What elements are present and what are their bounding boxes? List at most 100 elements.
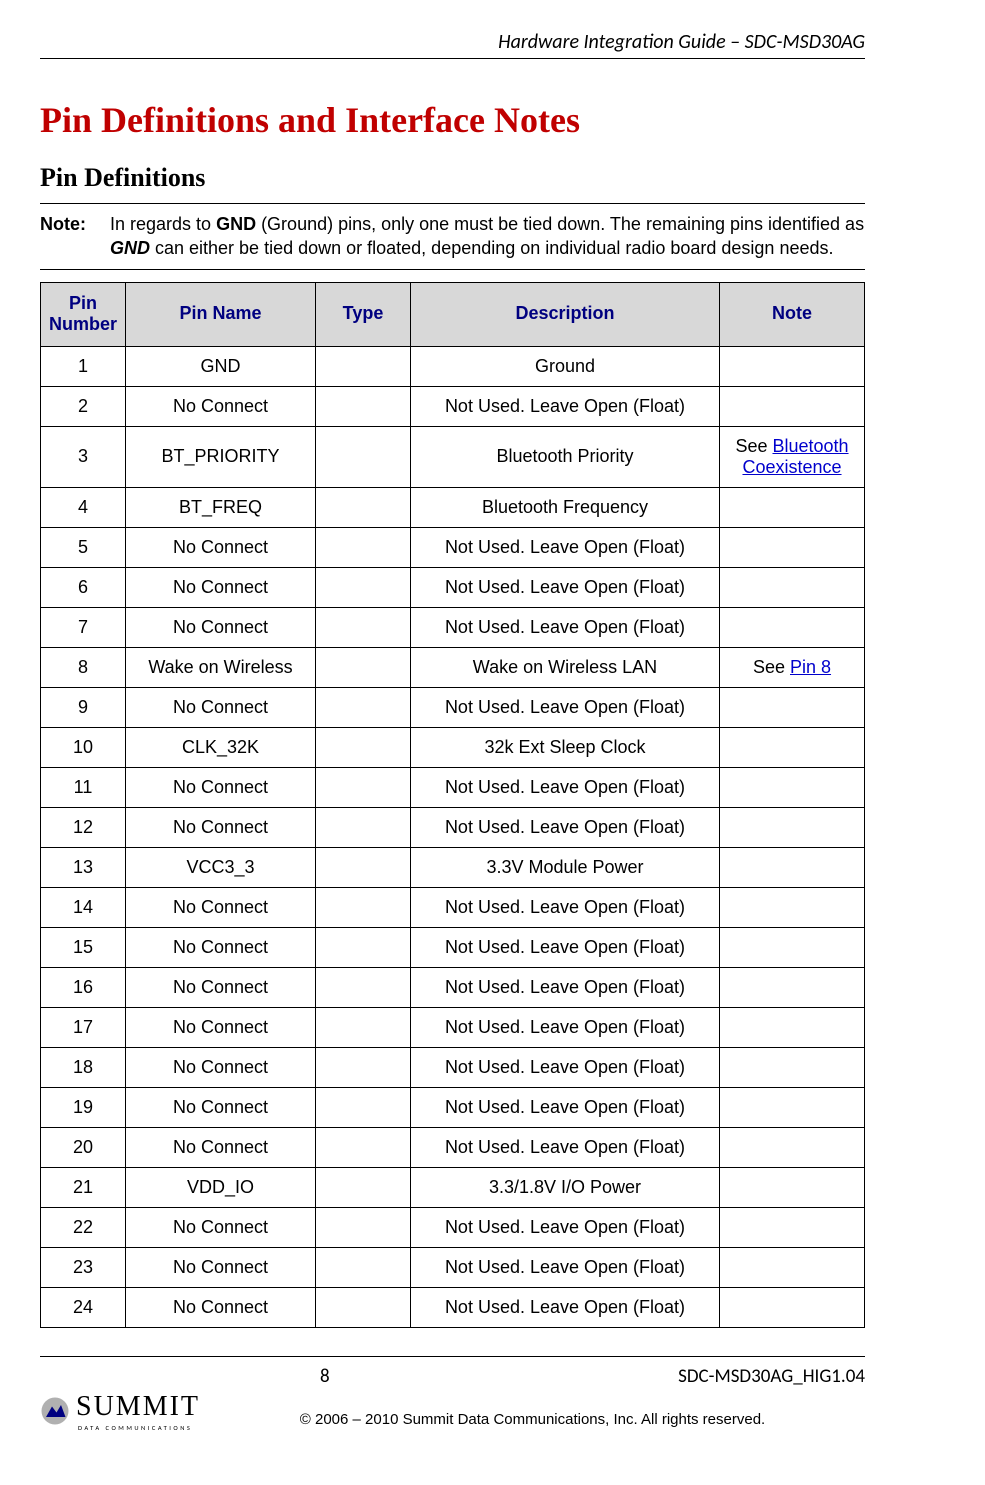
cell-type (316, 567, 411, 607)
cell-type (316, 807, 411, 847)
cell-desc: Not Used. Leave Open (Float) (411, 567, 720, 607)
doc-id: SDC-MSD30AG_HIG1.04 (678, 1365, 865, 1388)
cell-type (316, 1167, 411, 1207)
table-row: 11No ConnectNot Used. Leave Open (Float) (41, 767, 865, 807)
cell-num: 8 (41, 647, 126, 687)
table-row: 16No Connect Not Used. Leave Open (Float) (41, 967, 865, 1007)
table-row: 21VDD_IO3.3/1.8V I/O Power (41, 1167, 865, 1207)
cell-note (720, 847, 865, 887)
cell-note (720, 927, 865, 967)
table-row: 7No ConnectNot Used. Leave Open (Float) (41, 607, 865, 647)
cell-type (316, 727, 411, 767)
cell-name: No Connect (126, 1087, 316, 1127)
copyright: © 2006 – 2010 Summit Data Communications… (200, 1411, 865, 1432)
cell-name: No Connect (126, 1007, 316, 1047)
cell-num: 24 (41, 1287, 126, 1327)
cell-note: See Bluetooth Coexistence (720, 426, 865, 487)
cell-type (316, 1007, 411, 1047)
cell-name: BT_PRIORITY (126, 426, 316, 487)
cell-desc: Not Used. Leave Open (Float) (411, 1287, 720, 1327)
cell-name: No Connect (126, 386, 316, 426)
cell-num: 6 (41, 567, 126, 607)
cell-note (720, 687, 865, 727)
cell-note (720, 1007, 865, 1047)
cell-note (720, 1247, 865, 1287)
cell-num: 4 (41, 487, 126, 527)
cell-num: 9 (41, 687, 126, 727)
cell-desc: Bluetooth Frequency (411, 487, 720, 527)
cell-name: Wake on Wireless (126, 647, 316, 687)
cell-type (316, 1207, 411, 1247)
cell-type (316, 1127, 411, 1167)
table-row: 4BT_FREQ Bluetooth Frequency (41, 487, 865, 527)
table-row: 10CLK_32K32k Ext Sleep Clock (41, 727, 865, 767)
cell-desc: Bluetooth Priority (411, 426, 720, 487)
table-row: 22No ConnectNot Used. Leave Open (Float) (41, 1207, 865, 1247)
cell-note: See Pin 8 (720, 647, 865, 687)
cell-type (316, 967, 411, 1007)
cell-type (316, 386, 411, 426)
cell-name: No Connect (126, 1287, 316, 1327)
cell-type (316, 847, 411, 887)
cell-name: No Connect (126, 927, 316, 967)
table-row: 5No ConnectNot Used. Leave Open (Float) (41, 527, 865, 567)
cell-note (720, 1167, 865, 1207)
col-note: Note (720, 282, 865, 346)
cell-desc: Not Used. Leave Open (Float) (411, 1127, 720, 1167)
cell-num: 7 (41, 607, 126, 647)
cell-num: 18 (41, 1047, 126, 1087)
cell-type (316, 1047, 411, 1087)
table-row: 23No ConnectNot Used. Leave Open (Float) (41, 1247, 865, 1287)
cell-desc: Not Used. Leave Open (Float) (411, 1047, 720, 1087)
cell-note (720, 887, 865, 927)
table-row: 6No ConnectNot Used. Leave Open (Float) (41, 567, 865, 607)
table-row: 14No ConnectNot Used. Leave Open (Float) (41, 887, 865, 927)
running-header: Hardware Integration Guide – SDC-MSD30AG (40, 30, 865, 59)
cell-note (720, 527, 865, 567)
table-header-row: Pin Number Pin Name Type Description Not… (41, 282, 865, 346)
cell-desc: Not Used. Leave Open (Float) (411, 807, 720, 847)
cell-num: 5 (41, 527, 126, 567)
note-text: In regards to GND (Ground) pins, only on… (110, 212, 865, 261)
cell-note (720, 567, 865, 607)
link-bluetooth-coexistence[interactable]: Bluetooth Coexistence (742, 436, 848, 477)
cell-note (720, 346, 865, 386)
col-pin-number: Pin Number (41, 282, 126, 346)
cell-num: 21 (41, 1167, 126, 1207)
cell-desc: Not Used. Leave Open (Float) (411, 1247, 720, 1287)
table-row: 2No ConnectNot Used. Leave Open (Float) (41, 386, 865, 426)
cell-desc: Not Used. Leave Open (Float) (411, 687, 720, 727)
cell-name: GND (126, 346, 316, 386)
cell-note (720, 1047, 865, 1087)
cell-name: BT_FREQ (126, 487, 316, 527)
cell-name: No Connect (126, 967, 316, 1007)
page-number: 8 (320, 1365, 330, 1388)
cell-num: 17 (41, 1007, 126, 1047)
col-description: Description (411, 282, 720, 346)
note-block: Note: In regards to GND (Ground) pins, o… (40, 203, 865, 270)
cell-type (316, 687, 411, 727)
table-row: 8Wake on WirelessWake on Wireless LANSee… (41, 647, 865, 687)
cell-note (720, 1087, 865, 1127)
cell-desc: Not Used. Leave Open (Float) (411, 767, 720, 807)
cell-note (720, 767, 865, 807)
cell-desc: Not Used. Leave Open (Float) (411, 967, 720, 1007)
cell-num: 11 (41, 767, 126, 807)
cell-desc: Not Used. Leave Open (Float) (411, 386, 720, 426)
table-row: 20No ConnectNot Used. Leave Open (Float) (41, 1127, 865, 1167)
cell-note (720, 967, 865, 1007)
cell-desc: 3.3/1.8V I/O Power (411, 1167, 720, 1207)
cell-desc: Not Used. Leave Open (Float) (411, 527, 720, 567)
cell-type (316, 927, 411, 967)
cell-num: 16 (41, 967, 126, 1007)
table-row: 13VCC3_33.3V Module Power (41, 847, 865, 887)
link-pin-8[interactable]: Pin 8 (790, 657, 831, 677)
cell-num: 15 (41, 927, 126, 967)
table-row: 24No Connect Not Used. Leave Open (Float) (41, 1287, 865, 1327)
cell-desc: Not Used. Leave Open (Float) (411, 887, 720, 927)
page-title-h1: Pin Definitions and Interface Notes (40, 99, 865, 141)
cell-desc: Not Used. Leave Open (Float) (411, 1087, 720, 1127)
note-label: Note: (40, 212, 110, 261)
cell-type (316, 426, 411, 487)
cell-desc: 3.3V Module Power (411, 847, 720, 887)
